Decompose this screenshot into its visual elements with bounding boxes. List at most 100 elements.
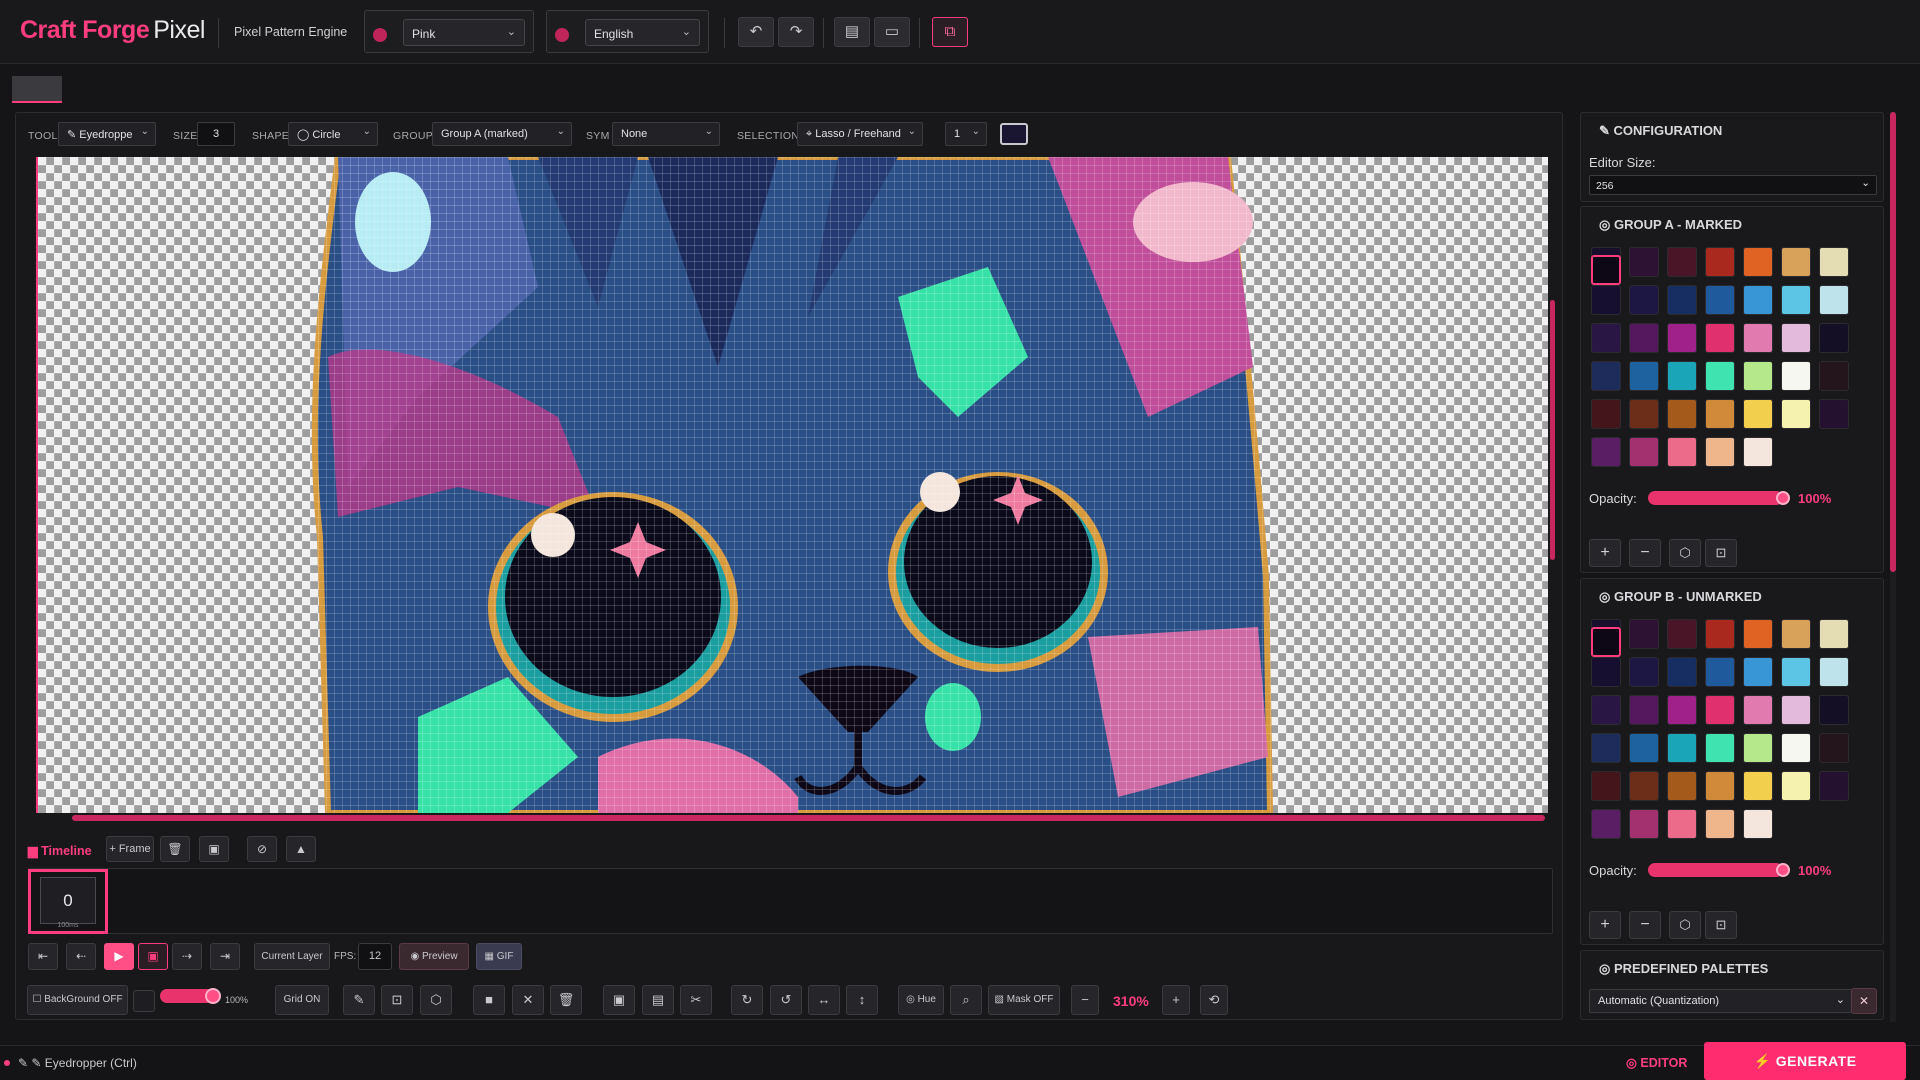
group-select[interactable]: Group A (marked) ⌄: [432, 122, 572, 146]
editor-tab[interactable]: [12, 76, 62, 103]
palette-3d-button[interactable]: ⬡: [1669, 539, 1701, 567]
group-b-color-swatch[interactable]: [1667, 695, 1697, 725]
group-b-color-swatch[interactable]: [1667, 733, 1697, 763]
drawing-canvas[interactable]: [36, 157, 1548, 813]
group-b-color-swatch[interactable]: [1591, 695, 1621, 725]
layer-select[interactable]: 1 ⌄: [945, 122, 987, 146]
remove-color-button[interactable]: −: [1629, 539, 1661, 567]
group-a-opacity-slider[interactable]: [1648, 491, 1783, 505]
preview-button[interactable]: ◉ Preview: [399, 943, 469, 970]
group-b-color-swatch[interactable]: [1705, 771, 1735, 801]
group-a-color-swatch[interactable]: [1705, 399, 1735, 429]
group-b-color-swatch[interactable]: [1667, 809, 1697, 839]
editor-mode-button[interactable]: ◎ EDITOR: [1626, 1055, 1687, 1070]
current-color-swatch[interactable]: [1000, 123, 1028, 145]
mask-toggle[interactable]: ▧ Mask OFF: [988, 985, 1060, 1015]
group-a-color-swatch[interactable]: [1667, 323, 1697, 353]
group-b-color-swatch[interactable]: [1667, 771, 1697, 801]
group-b-color-swatch[interactable]: [1743, 695, 1773, 725]
group-b-color-swatch[interactable]: [1819, 619, 1849, 649]
onion-skin-button[interactable]: ⊘: [247, 836, 277, 862]
group-a-color-swatch[interactable]: [1629, 247, 1659, 277]
grid-toggle[interactable]: Grid ON: [275, 985, 329, 1015]
paste-button[interactable]: ▤: [642, 985, 674, 1015]
group-a-color-swatch[interactable]: [1667, 399, 1697, 429]
flip-vertical-button[interactable]: ↕: [846, 985, 878, 1015]
group-a-color-swatch[interactable]: [1629, 361, 1659, 391]
editor-size-select[interactable]: 256 ⌄: [1589, 175, 1877, 195]
group-a-color-swatch[interactable]: [1743, 361, 1773, 391]
group-b-color-swatch[interactable]: [1629, 733, 1659, 763]
group-a-color-swatch[interactable]: [1705, 361, 1735, 391]
add-frame-button[interactable]: + Frame: [106, 836, 154, 862]
group-a-color-swatch[interactable]: [1743, 399, 1773, 429]
group-a-color-swatch[interactable]: [1743, 437, 1773, 467]
vertical-scrollbar[interactable]: [1550, 300, 1555, 560]
group-a-color-swatch[interactable]: [1629, 399, 1659, 429]
selection-select[interactable]: ⌖ Lasso / Freehand ⌄: [797, 122, 923, 146]
hue-button[interactable]: ◎ Hue: [898, 985, 944, 1015]
fps-input[interactable]: 12: [358, 943, 392, 970]
predefined-palette-select[interactable]: Automatic (Quantization) ⌄: [1589, 989, 1852, 1013]
horizontal-scrollbar[interactable]: [72, 815, 1545, 821]
last-frame-button[interactable]: ⇥: [210, 943, 240, 970]
group-b-color-swatch[interactable]: [1819, 771, 1849, 801]
clear-palette-button[interactable]: ✕: [1851, 988, 1877, 1014]
window-button[interactable]: ⧉: [932, 17, 968, 47]
delete-frame-button[interactable]: 🗑: [160, 836, 190, 862]
rotate-cw-button[interactable]: ↻: [731, 985, 763, 1015]
group-a-color-swatch[interactable]: [1629, 323, 1659, 353]
group-a-color-swatch[interactable]: [1667, 361, 1697, 391]
symmetry-select[interactable]: None ⌄: [612, 122, 720, 146]
group-b-color-swatch[interactable]: [1629, 657, 1659, 687]
group-a-color-swatch[interactable]: [1743, 247, 1773, 277]
group-b-color-swatch[interactable]: [1591, 733, 1621, 763]
gif-export-button[interactable]: ▦ GIF: [476, 943, 522, 970]
first-frame-button[interactable]: ⇤: [28, 943, 58, 970]
stop-button[interactable]: ▣: [138, 943, 168, 970]
group-a-color-swatch[interactable]: [1781, 285, 1811, 315]
group-a-color-swatch[interactable]: [1667, 247, 1697, 277]
group-b-color-swatch[interactable]: [1591, 771, 1621, 801]
language-select[interactable]: English ⌄: [585, 19, 700, 46]
palette-3d-button[interactable]: ⬡: [1669, 911, 1701, 939]
current-layer-button[interactable]: Current Layer: [254, 943, 330, 970]
next-frame-button[interactable]: ⇢: [172, 943, 202, 970]
zoom-tool-button[interactable]: ⌕: [950, 985, 982, 1015]
3d-tool-button[interactable]: ⬡: [420, 985, 452, 1015]
group-a-color-swatch[interactable]: [1667, 437, 1697, 467]
delete-button[interactable]: 🗑: [550, 985, 582, 1015]
group-a-color-swatch[interactable]: [1819, 323, 1849, 353]
group-b-color-swatch[interactable]: [1781, 695, 1811, 725]
group-b-color-swatch[interactable]: [1743, 657, 1773, 687]
copy-frame-button[interactable]: ▣: [199, 836, 229, 862]
group-a-color-swatch[interactable]: [1705, 285, 1735, 315]
group-b-color-swatch[interactable]: [1667, 657, 1697, 687]
play-button[interactable]: ▶: [104, 943, 134, 970]
group-a-color-swatch[interactable]: [1705, 323, 1735, 353]
group-b-color-swatch[interactable]: [1781, 657, 1811, 687]
group-a-color-swatch[interactable]: [1591, 399, 1621, 429]
group-a-color-swatch[interactable]: [1591, 437, 1621, 467]
open-button[interactable]: ▭: [874, 17, 910, 47]
group-a-color-swatch[interactable]: [1667, 285, 1697, 315]
shape-select[interactable]: ◯ Circle ⌄: [288, 122, 378, 146]
group-b-color-swatch[interactable]: [1591, 627, 1621, 657]
group-b-color-swatch[interactable]: [1743, 771, 1773, 801]
group-b-color-swatch[interactable]: [1705, 733, 1735, 763]
group-b-color-swatch[interactable]: [1819, 733, 1849, 763]
group-b-color-swatch[interactable]: [1743, 733, 1773, 763]
theme-select[interactable]: Pink ⌄: [403, 19, 525, 46]
background-toggle[interactable]: ☐ BackGround OFF: [27, 985, 128, 1015]
group-b-opacity-slider[interactable]: [1648, 863, 1783, 877]
tool-select[interactable]: ✎ Eyedroppe ⌄: [58, 122, 156, 146]
group-a-color-swatch[interactable]: [1819, 399, 1849, 429]
group-a-color-swatch[interactable]: [1705, 437, 1735, 467]
group-a-opacity-knob[interactable]: [1776, 491, 1790, 505]
add-color-button[interactable]: +: [1589, 911, 1621, 939]
group-b-color-swatch[interactable]: [1667, 619, 1697, 649]
prev-frame-button[interactable]: ⇠: [66, 943, 96, 970]
remove-color-button[interactable]: −: [1629, 911, 1661, 939]
group-a-color-swatch[interactable]: [1705, 247, 1735, 277]
group-b-color-swatch[interactable]: [1819, 695, 1849, 725]
